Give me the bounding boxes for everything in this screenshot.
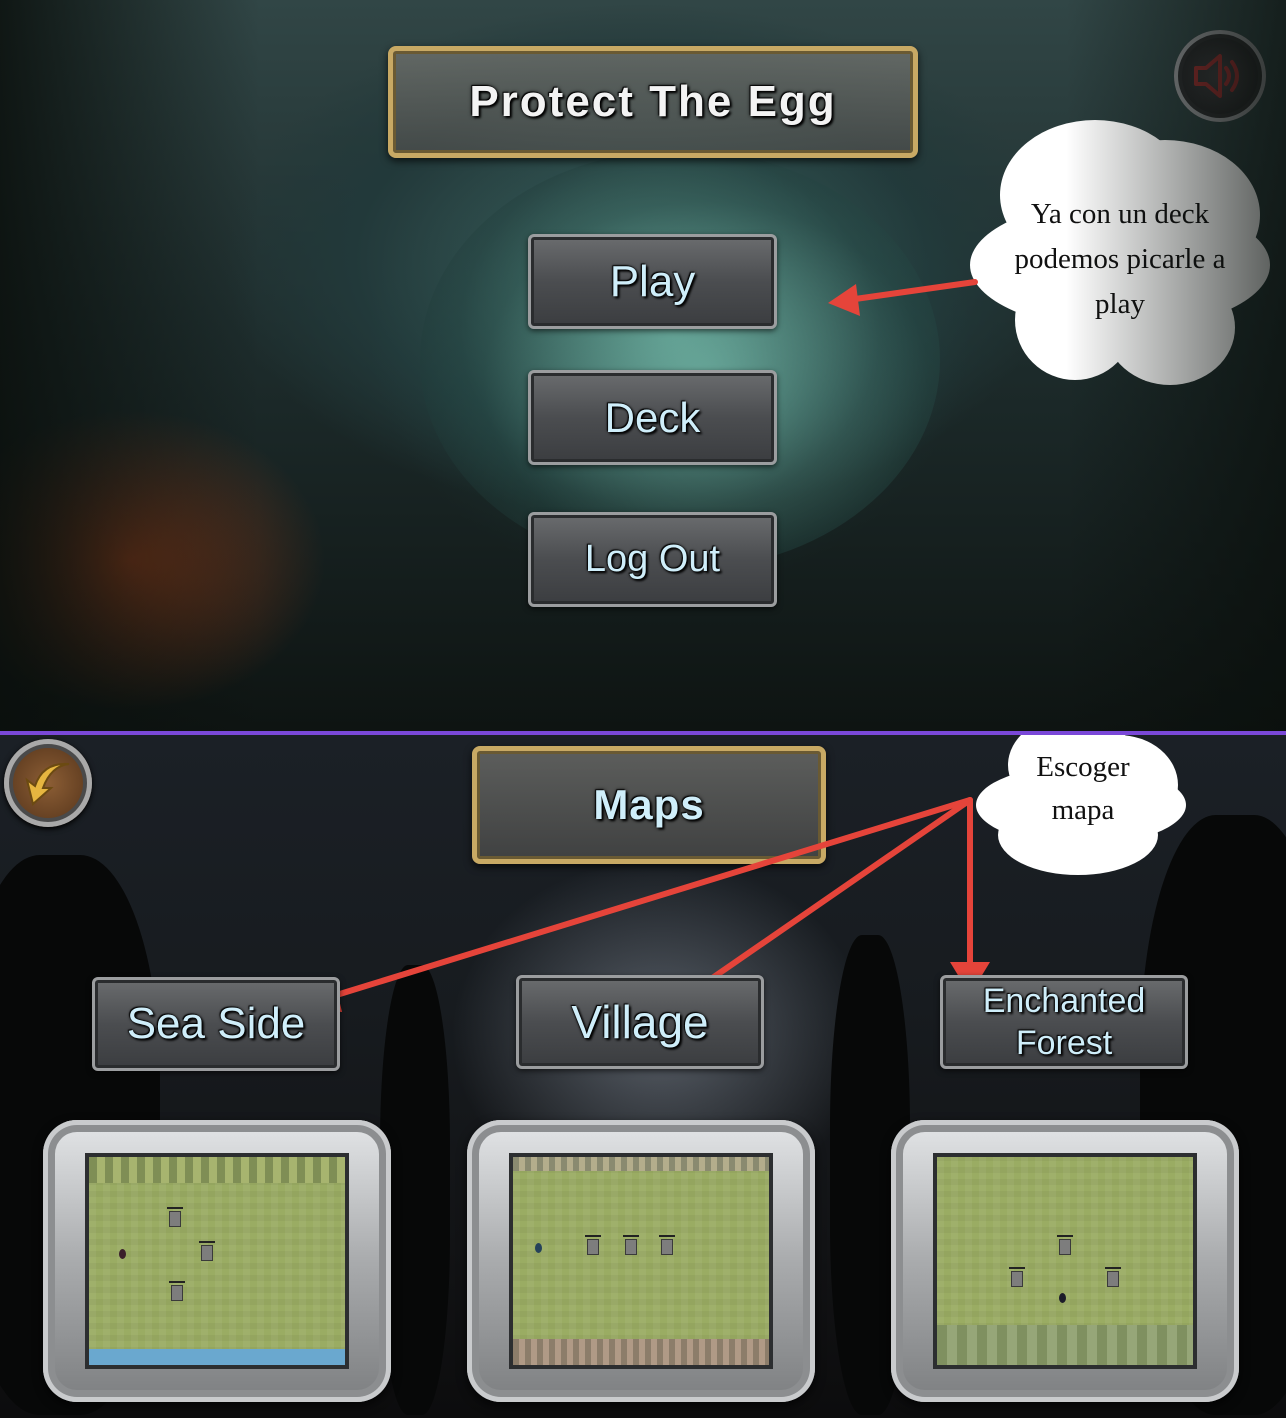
tower-icon	[623, 1235, 639, 1255]
sound-toggle-button[interactable]	[1174, 30, 1266, 122]
tower-icon	[167, 1207, 183, 1227]
map-preview-image	[509, 1153, 773, 1369]
log-out-button[interactable]: Log Out	[528, 512, 777, 607]
play-button-label: Play	[609, 256, 696, 306]
maps-screen: Maps Escoger mapa Sea Side Village Encha…	[0, 735, 1286, 1418]
map-button-village[interactable]: Village	[516, 975, 764, 1069]
map-label-sea-side: Sea Side	[126, 999, 306, 1048]
background-egg-art	[420, 150, 940, 570]
deck-button[interactable]: Deck	[528, 370, 777, 465]
tower-icon	[659, 1235, 675, 1255]
back-arrow-icon	[25, 762, 70, 806]
tower-icon	[199, 1241, 215, 1261]
map-button-sea-side[interactable]: Sea Side	[92, 977, 340, 1071]
play-button[interactable]: Play	[528, 234, 777, 329]
egg-icon	[535, 1243, 542, 1253]
annotation-cloud-play: Ya con un deck podemos picarle a play	[960, 110, 1280, 400]
map-preview-sea-side[interactable]	[43, 1120, 391, 1402]
annotation-text-play: Ya con un deck podemos picarle a play	[1014, 198, 1226, 320]
deck-button-label: Deck	[604, 393, 701, 441]
tower-icon	[1009, 1267, 1025, 1287]
tower-icon	[585, 1235, 601, 1255]
map-preview-image	[85, 1153, 349, 1369]
annotation-text-maps-line2: mapa	[1051, 794, 1115, 826]
egg-icon	[1059, 1293, 1066, 1303]
map-label-village: Village	[571, 996, 709, 1048]
game-title-banner: Protect The Egg	[388, 46, 918, 158]
map-preview-enchanted-forest[interactable]	[891, 1120, 1239, 1402]
annotation-arrow-to-play	[828, 279, 978, 316]
tower-icon	[169, 1281, 185, 1301]
game-title: Protect The Egg	[469, 77, 837, 126]
map-button-enchanted-forest[interactable]: Enchanted Forest	[940, 975, 1188, 1069]
map-preview-image	[933, 1153, 1197, 1369]
main-menu-screen: Protect The Egg Play Deck Log Out Ya con…	[0, 0, 1286, 731]
map-label-enchanted-forest: Enchanted Forest	[982, 981, 1146, 1063]
egg-icon	[119, 1249, 126, 1259]
annotation-text-maps-line1: Escoger	[1036, 751, 1130, 783]
speaker-icon	[1194, 54, 1239, 98]
tower-icon	[1105, 1267, 1121, 1287]
back-button[interactable]	[4, 739, 92, 827]
log-out-button-label: Log Out	[584, 538, 721, 580]
tower-icon	[1057, 1235, 1073, 1255]
map-preview-village[interactable]	[467, 1120, 815, 1402]
